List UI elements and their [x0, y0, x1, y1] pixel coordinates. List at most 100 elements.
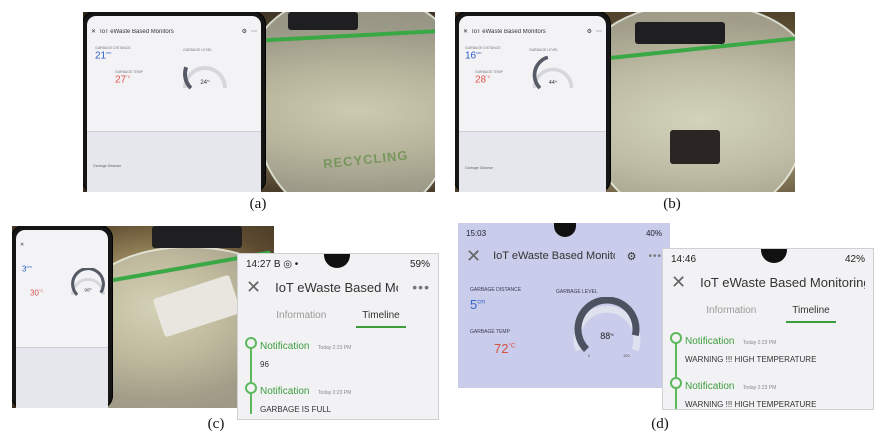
caption-d: (d): [651, 416, 669, 432]
phone-a: ✕ IoT eWaste Based Monitors ⚙ ⋯ GARBAGE …: [83, 12, 265, 192]
garbage-distance-value: 21cm: [95, 50, 112, 62]
close-icon[interactable]: ✕: [466, 247, 481, 265]
caption-b: (b): [663, 196, 681, 212]
photo-panel-c: ✕ 3cm 30°C 96%: [12, 226, 274, 408]
status-bar: [16, 230, 108, 240]
notification-title: Notification: [260, 386, 310, 397]
garbage-temp-value: 28°C: [475, 74, 491, 86]
status-bar: [459, 16, 606, 26]
caption-a: (a): [249, 196, 267, 212]
timeline-item[interactable]: Notification Today 2:23 PM WARNING !!! H…: [670, 376, 873, 409]
app-bar: ✕ IoT eWaste Based Monitors ⚙ ⋯: [459, 26, 606, 37]
app-title: IoT eWaste Based Monitors: [472, 28, 546, 35]
sensor-box: [288, 12, 358, 30]
settings-icon[interactable]: ⚙: [242, 28, 247, 35]
garbage-distance-value: 5cm: [470, 297, 486, 312]
photo-panel-a: RECYCLING ✕ IoT eWaste Based Monitors ⚙ …: [83, 12, 435, 192]
chart-title: Garbage Distance: [93, 164, 122, 168]
notification-time: Today 2:23 PM: [317, 345, 352, 351]
settings-icon[interactable]: ⚙: [587, 28, 592, 35]
chart-title: Garbage Distance: [465, 166, 494, 170]
close-icon[interactable]: ✕: [20, 242, 24, 248]
timeline-line: [250, 340, 252, 414]
tab-bar: Information Timeline: [663, 301, 873, 323]
photo-panel-b: ✕ IoT eWaste Based Monitors ⚙ ⋯ GARBAGE …: [455, 12, 795, 192]
garbage-level-label: GARBAGE LEVEL: [183, 48, 213, 52]
garbage-level-label: GARBAGE LEVEL: [529, 48, 559, 52]
notification-message: 96: [260, 360, 269, 369]
garbage-distance-label: GARBAGE DISTANCE: [470, 287, 522, 293]
app-bar: ✕ IoT eWaste Based Monitoring Sy: •••: [238, 274, 438, 300]
garbage-temp-value: 27°C: [115, 74, 131, 86]
garbage-level-gauge: 44%: [532, 56, 574, 90]
gauge-min-label: 0: [588, 353, 591, 358]
tab-information[interactable]: Information: [700, 301, 762, 323]
timeline-screen-d: 14:46 42% ✕ IoT eWaste Based Monitoring …: [662, 248, 874, 410]
notification-time: Today 2:23 PM: [742, 340, 777, 346]
more-icon[interactable]: ⋯: [596, 28, 602, 35]
garbage-temp-label: GARBAGE TEMP: [470, 329, 510, 335]
tab-timeline[interactable]: Timeline: [786, 301, 836, 323]
garbage-level-label: GARBAGE LEVEL: [556, 289, 598, 295]
phone-b: ✕ IoT eWaste Based Monitors ⚙ ⋯ GARBAGE …: [455, 12, 610, 192]
garbage-temp-value: 72°C: [494, 341, 516, 356]
timeline-item[interactable]: Notification Today 2:23 PM GARBAGE IS FU…: [245, 381, 438, 414]
notification-time: Today 2:23 PM: [317, 390, 352, 396]
garbage-level-value: 24%: [200, 79, 210, 86]
battery-level: 59%: [409, 258, 430, 270]
app-title: IoT eWaste Based Monitors: [100, 28, 174, 35]
timeline-dot-icon: [670, 377, 682, 389]
notification-time: Today 2:23 PM: [742, 385, 777, 391]
status-time: 14:27: [246, 258, 272, 270]
timeline-line: [675, 335, 677, 409]
status-time: 14:46: [671, 253, 697, 265]
more-icon[interactable]: ⋯: [251, 28, 257, 35]
garbage-level-value: 88%: [600, 331, 614, 341]
status-icons: B ◎ •: [273, 258, 299, 270]
close-icon[interactable]: ✕: [463, 28, 468, 35]
app-bar: ✕: [16, 240, 108, 250]
garbage-level-gauge: 88% 0 100: [573, 297, 641, 358]
phone-screen-b: ✕ IoT eWaste Based Monitors ⚙ ⋯ GARBAGE …: [459, 16, 606, 192]
timeline-item[interactable]: Notification Today 2:23 PM WARNING !!! H…: [670, 331, 873, 364]
battery-level: 42%: [844, 253, 865, 265]
tab-information[interactable]: Information: [270, 306, 332, 328]
app-bar: ✕ IoT eWaste Based Monitors ⚙ ⋯: [87, 26, 261, 37]
ewaste-device: [670, 130, 720, 164]
notification-title: Notification: [685, 381, 735, 392]
timeline-dot-icon: [245, 382, 257, 394]
garbage-level-value: 96%: [84, 288, 91, 293]
distance-chart: [16, 347, 108, 408]
timeline-dot-icon: [245, 337, 257, 349]
more-icon[interactable]: •••: [648, 251, 662, 262]
distance-chart: Garbage Distance: [87, 131, 261, 192]
sensor-box: [635, 22, 725, 44]
dashboard-screen-d: 15:03 40% ✕ IoT eWaste Based Monitori ⚙ …: [458, 223, 670, 388]
status-time: 15:03: [466, 228, 487, 238]
timeline-list: Notification Today 2:23 PM 96 Notificati…: [238, 328, 438, 414]
app-title: IoT eWaste Based Monitoring Sy:: [275, 279, 398, 295]
distance-chart: Garbage Distance: [459, 131, 606, 192]
garbage-level-gauge: 96%: [71, 268, 105, 296]
more-icon[interactable]: •••: [412, 279, 430, 295]
phone-screen-a: ✕ IoT eWaste Based Monitors ⚙ ⋯ GARBAGE …: [87, 16, 261, 192]
app-title: IoT eWaste Based Monitori: [493, 250, 615, 262]
close-icon[interactable]: ✕: [91, 28, 96, 35]
timeline-item[interactable]: Notification Today 2:23 PM 96: [245, 336, 438, 369]
notification-message: WARNING !!! HIGH TEMPERATURE: [685, 400, 817, 409]
close-icon[interactable]: ✕: [246, 278, 261, 296]
timeline-screen-c: 14:27 B ◎ • 59% ✕ IoT eWaste Based Monit…: [237, 253, 439, 420]
tab-timeline[interactable]: Timeline: [356, 306, 406, 328]
garbage-distance-value: 3cm: [22, 264, 32, 274]
settings-icon[interactable]: ⚙: [627, 250, 637, 263]
notification-message: GARBAGE IS FULL: [260, 405, 332, 414]
notification-title: Notification: [685, 336, 735, 347]
sensor-box: [152, 226, 242, 248]
close-icon[interactable]: ✕: [671, 273, 686, 291]
garbage-distance-value: 16cm: [465, 50, 482, 62]
timeline-list: Notification Today 2:23 PM WARNING !!! H…: [663, 323, 873, 409]
app-bar: ✕ IoT eWaste Based Monitoring Sy:: [663, 269, 873, 295]
gauge-max-label: 100: [623, 353, 630, 358]
caption-c: (c): [207, 416, 225, 432]
status-bar: [87, 16, 261, 26]
